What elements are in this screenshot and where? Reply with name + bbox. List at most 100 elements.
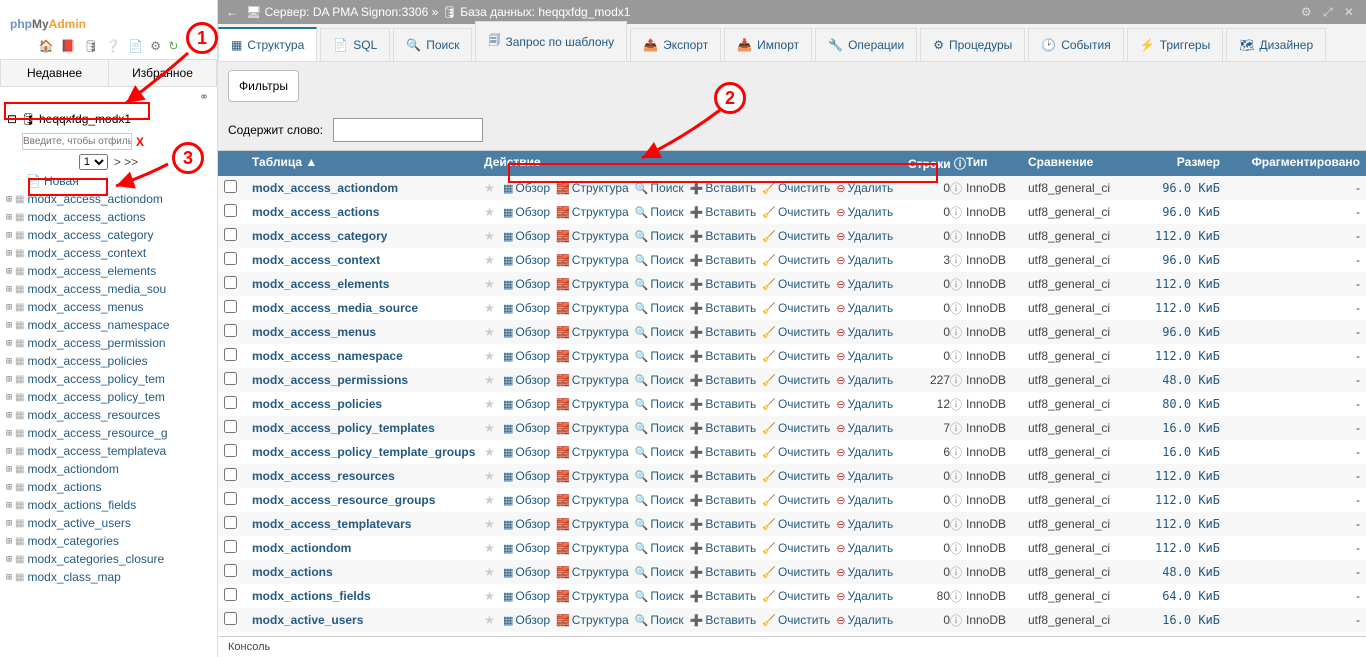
browse-link[interactable]: ▦Обзор <box>500 445 553 459</box>
row-size[interactable]: 16.0 КиБ <box>1144 613 1220 627</box>
browse-link[interactable]: ▦Обзор <box>500 277 553 291</box>
star-icon[interactable]: ★ <box>484 349 500 363</box>
row-checkbox[interactable] <box>224 588 237 601</box>
help-icon[interactable]: ❔ <box>106 39 121 53</box>
star-icon[interactable]: ★ <box>484 517 500 531</box>
star-icon[interactable]: ★ <box>484 205 500 219</box>
approx-icon[interactable]: ⓘ <box>950 252 966 269</box>
empty-link[interactable]: 🧹Очистить <box>759 325 833 339</box>
structure-link[interactable]: 🧱Структура <box>553 181 632 195</box>
approx-icon[interactable]: ⓘ <box>950 300 966 317</box>
star-icon[interactable]: ★ <box>484 493 500 507</box>
star-icon[interactable]: ★ <box>484 301 500 315</box>
row-size[interactable]: 112.0 КиБ <box>1144 541 1220 555</box>
insert-link[interactable]: ➕Вставить <box>687 349 760 363</box>
structure-link[interactable]: 🧱Структура <box>553 349 632 363</box>
star-icon[interactable]: ★ <box>484 181 500 195</box>
tree-table[interactable]: ⊞▦modx_access_actiondom <box>4 190 213 208</box>
tab-events[interactable]: 🕑События <box>1028 28 1124 61</box>
browse-link[interactable]: ▦Обзор <box>500 397 553 411</box>
drop-link[interactable]: ⊖Удалить <box>833 277 896 291</box>
search-link[interactable]: 🔍Поиск <box>632 493 687 507</box>
empty-link[interactable]: 🧹Очистить <box>759 493 833 507</box>
star-icon[interactable]: ★ <box>484 589 500 603</box>
approx-icon[interactable]: ⓘ <box>950 588 966 605</box>
star-icon[interactable]: ★ <box>484 325 500 339</box>
search-link[interactable]: 🔍Поиск <box>632 325 687 339</box>
page-select[interactable]: 1 <box>79 154 108 170</box>
tree-table[interactable]: ⊞▦modx_class_map <box>4 568 213 586</box>
structure-link[interactable]: 🧱Структура <box>553 565 632 579</box>
star-icon[interactable]: ★ <box>484 541 500 555</box>
expand-icon[interactable]: ⊞ <box>6 194 12 205</box>
structure-link[interactable]: 🧱Структура <box>553 517 632 531</box>
browse-link[interactable]: ▦Обзор <box>500 493 553 507</box>
col-rows[interactable]: Строки ⓘ <box>890 155 966 172</box>
table-link[interactable]: modx_access_namespace <box>252 349 484 363</box>
expand-icon[interactable]: ⊞ <box>6 374 12 385</box>
tab-import[interactable]: 📥Импорт <box>724 28 812 61</box>
insert-link[interactable]: ➕Вставить <box>687 301 760 315</box>
search-link[interactable]: 🔍Поиск <box>632 397 687 411</box>
expand-icon[interactable]: ⊞ <box>6 212 12 223</box>
star-icon[interactable]: ★ <box>484 229 500 243</box>
approx-icon[interactable]: ⓘ <box>950 492 966 509</box>
row-checkbox[interactable] <box>224 300 237 313</box>
insert-link[interactable]: ➕Вставить <box>687 325 760 339</box>
star-icon[interactable]: ★ <box>484 277 500 291</box>
drop-link[interactable]: ⊖Удалить <box>833 349 896 363</box>
expand-icon[interactable]: ⊞ <box>6 392 12 403</box>
insert-link[interactable]: ➕Вставить <box>687 421 760 435</box>
row-checkbox[interactable] <box>224 276 237 289</box>
row-size[interactable]: 112.0 КиБ <box>1144 493 1220 507</box>
browse-link[interactable]: ▦Обзор <box>500 253 553 267</box>
col-size[interactable]: Размер <box>1144 155 1220 172</box>
expand-icon[interactable]: ⊞ <box>6 518 12 529</box>
row-checkbox[interactable] <box>224 348 237 361</box>
empty-link[interactable]: 🧹Очистить <box>759 397 833 411</box>
empty-link[interactable]: 🧹Очистить <box>759 253 833 267</box>
search-link[interactable]: 🔍Поиск <box>632 349 687 363</box>
star-icon[interactable]: ★ <box>484 397 500 411</box>
row-size[interactable]: 96.0 КиБ <box>1144 205 1220 219</box>
drop-link[interactable]: ⊖Удалить <box>833 301 896 315</box>
insert-link[interactable]: ➕Вставить <box>687 541 760 555</box>
docs-icon[interactable]: 📄 <box>128 39 143 53</box>
drop-link[interactable]: ⊖Удалить <box>833 325 896 339</box>
empty-link[interactable]: 🧹Очистить <box>759 373 833 387</box>
tab-favorite[interactable]: Избранное <box>108 60 216 86</box>
insert-link[interactable]: ➕Вставить <box>687 469 760 483</box>
search-link[interactable]: 🔍Поиск <box>632 373 687 387</box>
tab-export[interactable]: 📤Экспорт <box>630 28 721 61</box>
expand-icon[interactable]: ⊞ <box>6 320 12 331</box>
tree-table[interactable]: ⊞▦modx_access_namespace <box>4 316 213 334</box>
collapse-icon[interactable]: ⊟ <box>7 112 17 126</box>
drop-link[interactable]: ⊖Удалить <box>833 181 896 195</box>
col-collation[interactable]: Сравнение <box>1028 155 1144 172</box>
browse-link[interactable]: ▦Обзор <box>500 301 553 315</box>
search-link[interactable]: 🔍Поиск <box>632 589 687 603</box>
window-controls[interactable]: ⚙ ⤢ ✕ <box>1301 5 1358 20</box>
structure-link[interactable]: 🧱Структура <box>553 229 632 243</box>
empty-link[interactable]: 🧹Очистить <box>759 205 833 219</box>
insert-link[interactable]: ➕Вставить <box>687 445 760 459</box>
table-link[interactable]: modx_actions <box>252 565 484 579</box>
tree-table[interactable]: ⊞▦modx_access_media_sou <box>4 280 213 298</box>
tree-table[interactable]: ⊞▦modx_access_resource_g <box>4 424 213 442</box>
structure-link[interactable]: 🧱Структура <box>553 445 632 459</box>
reload-icon[interactable]: ↻ <box>168 39 178 53</box>
tab-sql[interactable]: 📄SQL <box>320 28 390 61</box>
table-link[interactable]: modx_access_resources <box>252 469 484 483</box>
drop-link[interactable]: ⊖Удалить <box>833 373 896 387</box>
empty-link[interactable]: 🧹Очистить <box>759 541 833 555</box>
row-checkbox[interactable] <box>224 252 237 265</box>
console[interactable]: Консоль <box>218 636 1366 657</box>
tab-procedures[interactable]: ⚙Процедуры <box>920 28 1025 61</box>
browse-link[interactable]: ▦Обзор <box>500 229 553 243</box>
row-size[interactable]: 112.0 КиБ <box>1144 229 1220 243</box>
table-link[interactable]: modx_access_actiondom <box>252 181 484 195</box>
browse-link[interactable]: ▦Обзор <box>500 469 553 483</box>
table-link[interactable]: modx_access_context <box>252 253 484 267</box>
expand-icon[interactable]: ⊞ <box>6 464 12 475</box>
tab-search[interactable]: 🔍Поиск <box>393 28 472 61</box>
